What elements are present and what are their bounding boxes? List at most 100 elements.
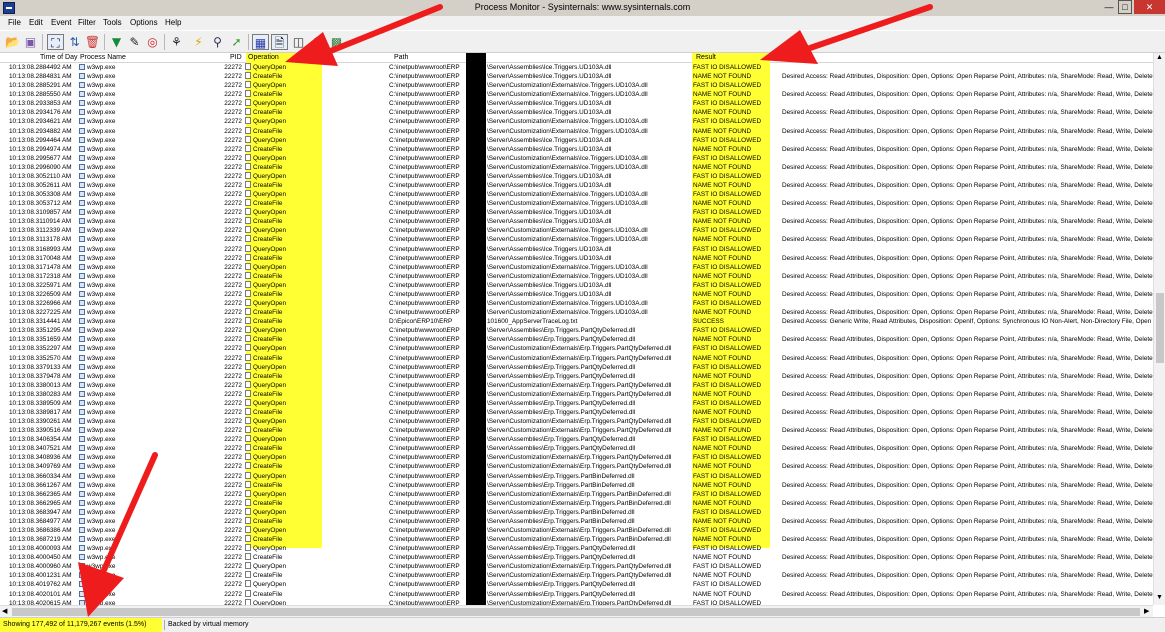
table-row[interactable]: 10:13:08.3113178 AM w3wp.exe 22272 CreateFi… — [0, 235, 1153, 244]
table-row[interactable]: 10:13:08.2884831 AM w3wp.exe 22272 CreateFi… — [0, 72, 1153, 81]
maximize-button[interactable]: □ — [1118, 0, 1132, 14]
table-row[interactable]: 10:13:08.2994974 AM w3wp.exe 22272 CreateFi… — [0, 144, 1153, 154]
table-row[interactable]: 10:13:08.2933853 AM w3wp.exe 22272 QueryOpe… — [0, 99, 1153, 108]
table-row[interactable]: 10:13:08.4019762 AM w3wp.exe 22272 QueryOpe… — [0, 580, 1153, 589]
table-row[interactable]: 10:13:08.3408936 AM w3wp.exe 22272 QueryOpe… — [0, 453, 1153, 462]
scroll-up-icon[interactable]: ▲ — [1156, 54, 1163, 61]
table-row[interactable]: 10:13:08.3172318 AM w3wp.exe 22272 CreateFi… — [0, 271, 1153, 281]
table-row[interactable]: 10:13:08.3390261 AM w3wp.exe 22272 QueryOpe… — [0, 417, 1153, 426]
scroll-left-icon[interactable]: ◀ — [2, 607, 7, 615]
table-row[interactable]: 10:13:08.3686386 AM w3wp.exe 22272 QueryOpe… — [0, 525, 1153, 535]
menu-filter[interactable]: Filter — [78, 18, 96, 27]
table-row[interactable]: 10:13:08.4020101 AM w3wp.exe 22272 CreateFi… — [0, 589, 1153, 599]
horizontal-scroll-thumb[interactable] — [12, 608, 1140, 616]
file-activity-icon[interactable]: 🗎 — [271, 34, 288, 50]
table-row[interactable]: 10:13:08.3351295 AM w3wp.exe 22272 QueryOpe… — [0, 326, 1153, 335]
highlight-icon[interactable]: ✎ — [126, 34, 143, 50]
scroll-right-icon[interactable]: ▶ — [1144, 607, 1149, 615]
table-row[interactable]: 10:13:08.3406354 AM w3wp.exe 22272 QueryOpe… — [0, 435, 1153, 444]
table-row[interactable]: 10:13:08.2934176 AM w3wp.exe 22272 CreateFi… — [0, 108, 1153, 117]
minimize-button[interactable]: — — [1102, 0, 1116, 14]
table-row[interactable]: 10:13:08.3687219 AM w3wp.exe 22272 CreateFi… — [0, 535, 1153, 544]
table-row[interactable]: 10:13:08.2884492 AM w3wp.exe 22272 QueryOpe… — [0, 63, 1153, 72]
table-row[interactable]: 10:13:08.3109857 AM w3wp.exe 22272 QueryOpe… — [0, 208, 1153, 217]
table-row[interactable]: 10:13:08.3684977 AM w3wp.exe 22272 CreateFi… — [0, 516, 1153, 526]
table-row[interactable]: 10:13:08.3389817 AM w3wp.exe 22272 CreateFi… — [0, 407, 1153, 417]
header-detail[interactable]: Detail — [783, 54, 801, 61]
event-properties-icon[interactable]: ⚡ — [190, 34, 207, 50]
header-process-name[interactable]: Process Name — [80, 54, 126, 61]
table-row[interactable]: 10:13:08.3052110 AM w3wp.exe 22272 QueryOpe… — [0, 171, 1153, 181]
table-row[interactable]: 10:13:08.3053308 AM w3wp.exe 22272 QueryOpe… — [0, 190, 1153, 199]
vertical-scroll-thumb[interactable] — [1156, 293, 1164, 363]
find-icon[interactable]: ⚲ — [209, 34, 226, 50]
jump-to-icon[interactable]: ➚ — [228, 34, 245, 50]
registry-activity-icon[interactable]: ▦ — [252, 34, 269, 50]
table-row[interactable]: 10:13:08.3226509 AM w3wp.exe 22272 CreateFi… — [0, 289, 1153, 299]
table-row[interactable]: 10:13:08.3662965 AM w3wp.exe 22272 CreateFi… — [0, 498, 1153, 508]
table-row[interactable]: 10:13:08.2934882 AM w3wp.exe 22272 CreateFi… — [0, 126, 1153, 136]
table-row[interactable]: 10:13:08.4000960 AM w3wp.exe 22272 QueryOpe… — [0, 562, 1153, 571]
table-row[interactable]: 10:13:08.4000093 AM w3wp.exe 22272 QueryOpe… — [0, 544, 1153, 553]
capture-icon[interactable]: ⛶ — [47, 34, 64, 50]
table-row[interactable]: 10:13:08.3168993 AM w3wp.exe 22272 QueryOpe… — [0, 244, 1153, 254]
table-row[interactable]: 10:13:08.3352570 AM w3wp.exe 22272 CreateFi… — [0, 353, 1153, 363]
table-row[interactable]: 10:13:08.3379133 AM w3wp.exe 22272 QueryOpe… — [0, 362, 1153, 372]
table-row[interactable]: 10:13:08.2996090 AM w3wp.exe 22272 CreateFi… — [0, 162, 1153, 172]
header-operation[interactable]: Operation — [248, 54, 279, 61]
table-row[interactable]: 10:13:08.4001231 AM w3wp.exe 22272 CreateFi… — [0, 571, 1153, 580]
header-result[interactable]: Result — [696, 54, 716, 61]
menu-options[interactable]: Options — [130, 18, 158, 27]
menu-edit[interactable]: Edit — [29, 18, 43, 27]
table-row[interactable]: 10:13:08.3226966 AM w3wp.exe 22272 QueryOpe… — [0, 299, 1153, 308]
clear-icon[interactable]: 🗑 — [84, 34, 101, 50]
table-row[interactable]: 10:13:08.2994464 AM w3wp.exe 22272 QueryOpe… — [0, 135, 1153, 145]
table-row[interactable]: 10:13:08.3053712 AM w3wp.exe 22272 CreateFi… — [0, 199, 1153, 208]
event-list[interactable]: 10:13:08.2884492 AM w3wp.exe 22272 QueryOpe… — [0, 63, 1153, 605]
table-row[interactable]: 10:13:08.3171478 AM w3wp.exe 22272 QueryOpe… — [0, 262, 1153, 272]
process-activity-icon[interactable]: ⚙ — [309, 34, 326, 50]
autoscroll-icon[interactable]: ⇅ — [66, 34, 83, 50]
horizontal-scrollbar[interactable]: ◀ ▶ — [0, 605, 1153, 617]
table-row[interactable]: 10:13:08.3351659 AM w3wp.exe 22272 CreateFi… — [0, 335, 1153, 344]
table-row[interactable]: 10:13:08.3660334 AM w3wp.exe 22272 QueryOpe… — [0, 471, 1153, 481]
table-row[interactable]: 10:13:08.3683947 AM w3wp.exe 22272 QueryOpe… — [0, 507, 1153, 517]
table-row[interactable]: 10:13:08.3227225 AM w3wp.exe 22272 CreateFi… — [0, 308, 1153, 317]
table-row[interactable]: 10:13:08.2995677 AM w3wp.exe 22272 QueryOpe… — [0, 153, 1153, 163]
process-tree-icon[interactable]: ⚘ — [168, 34, 185, 50]
network-activity-icon[interactable]: ◫ — [290, 34, 307, 50]
close-button[interactable]: ✕ — [1134, 0, 1165, 14]
table-row[interactable]: 10:13:08.3389509 AM w3wp.exe 22272 QueryOpe… — [0, 398, 1153, 408]
menu-file[interactable]: File — [8, 18, 21, 27]
table-row[interactable]: 10:13:08.2885291 AM w3wp.exe 22272 QueryOpe… — [0, 81, 1153, 90]
scroll-down-icon[interactable]: ▼ — [1156, 594, 1163, 601]
table-row[interactable]: 10:13:08.3170048 AM w3wp.exe 22272 CreateFi… — [0, 253, 1153, 263]
profiling-icon[interactable]: ▩ — [328, 34, 345, 50]
table-row[interactable]: 10:13:08.3225971 AM w3wp.exe 22272 QueryOpe… — [0, 280, 1153, 290]
table-row[interactable]: 10:13:08.4000450 AM w3wp.exe 22272 CreateFi… — [0, 553, 1153, 562]
table-row[interactable]: 10:13:08.3662365 AM w3wp.exe 22272 QueryOpe… — [0, 489, 1153, 499]
table-row[interactable]: 10:13:08.3409769 AM w3wp.exe 22272 CreateFi… — [0, 462, 1153, 471]
table-row[interactable]: 10:13:08.2934621 AM w3wp.exe 22272 QueryOpe… — [0, 117, 1153, 126]
save-icon[interactable]: ▣ — [22, 34, 39, 50]
table-row[interactable]: 10:13:08.3407521 AM w3wp.exe 22272 CreateFi… — [0, 444, 1153, 453]
header-path[interactable]: Path — [394, 54, 408, 61]
menu-help[interactable]: Help — [165, 18, 181, 27]
vertical-scrollbar[interactable]: ▲ ▼ — [1153, 53, 1165, 605]
table-row[interactable]: 10:13:08.3661267 AM w3wp.exe 22272 CreateFi… — [0, 480, 1153, 490]
filter-icon[interactable]: ▼ — [108, 34, 125, 50]
table-row[interactable]: 10:13:08.3352297 AM w3wp.exe 22272 QueryOpe… — [0, 344, 1153, 353]
menu-event[interactable]: Event — [51, 18, 71, 27]
table-row[interactable]: 10:13:08.3379478 AM w3wp.exe 22272 CreateFi… — [0, 371, 1153, 381]
table-row[interactable]: 10:13:08.3314441 AM w3wp.exe 22272 CreateFi… — [0, 317, 1153, 326]
header-pid[interactable]: PID — [230, 54, 242, 61]
table-row[interactable]: 10:13:08.3110914 AM w3wp.exe 22272 CreateFi… — [0, 217, 1153, 226]
table-row[interactable]: 10:13:08.3380013 AM w3wp.exe 22272 QueryOpe… — [0, 380, 1153, 390]
table-row[interactable]: 10:13:08.2885550 AM w3wp.exe 22272 CreateFi… — [0, 90, 1153, 99]
include-process-icon[interactable]: ◎ — [144, 34, 161, 50]
table-row[interactable]: 10:13:08.3052611 AM w3wp.exe 22272 CreateFi… — [0, 181, 1153, 190]
open-icon[interactable]: 📂 — [4, 34, 21, 50]
table-row[interactable]: 10:13:08.3390516 AM w3wp.exe 22272 CreateFi… — [0, 426, 1153, 435]
table-row[interactable]: 10:13:08.3380283 AM w3wp.exe 22272 CreateFi… — [0, 389, 1153, 399]
header-time-of-day[interactable]: Time of Day — [40, 54, 77, 61]
